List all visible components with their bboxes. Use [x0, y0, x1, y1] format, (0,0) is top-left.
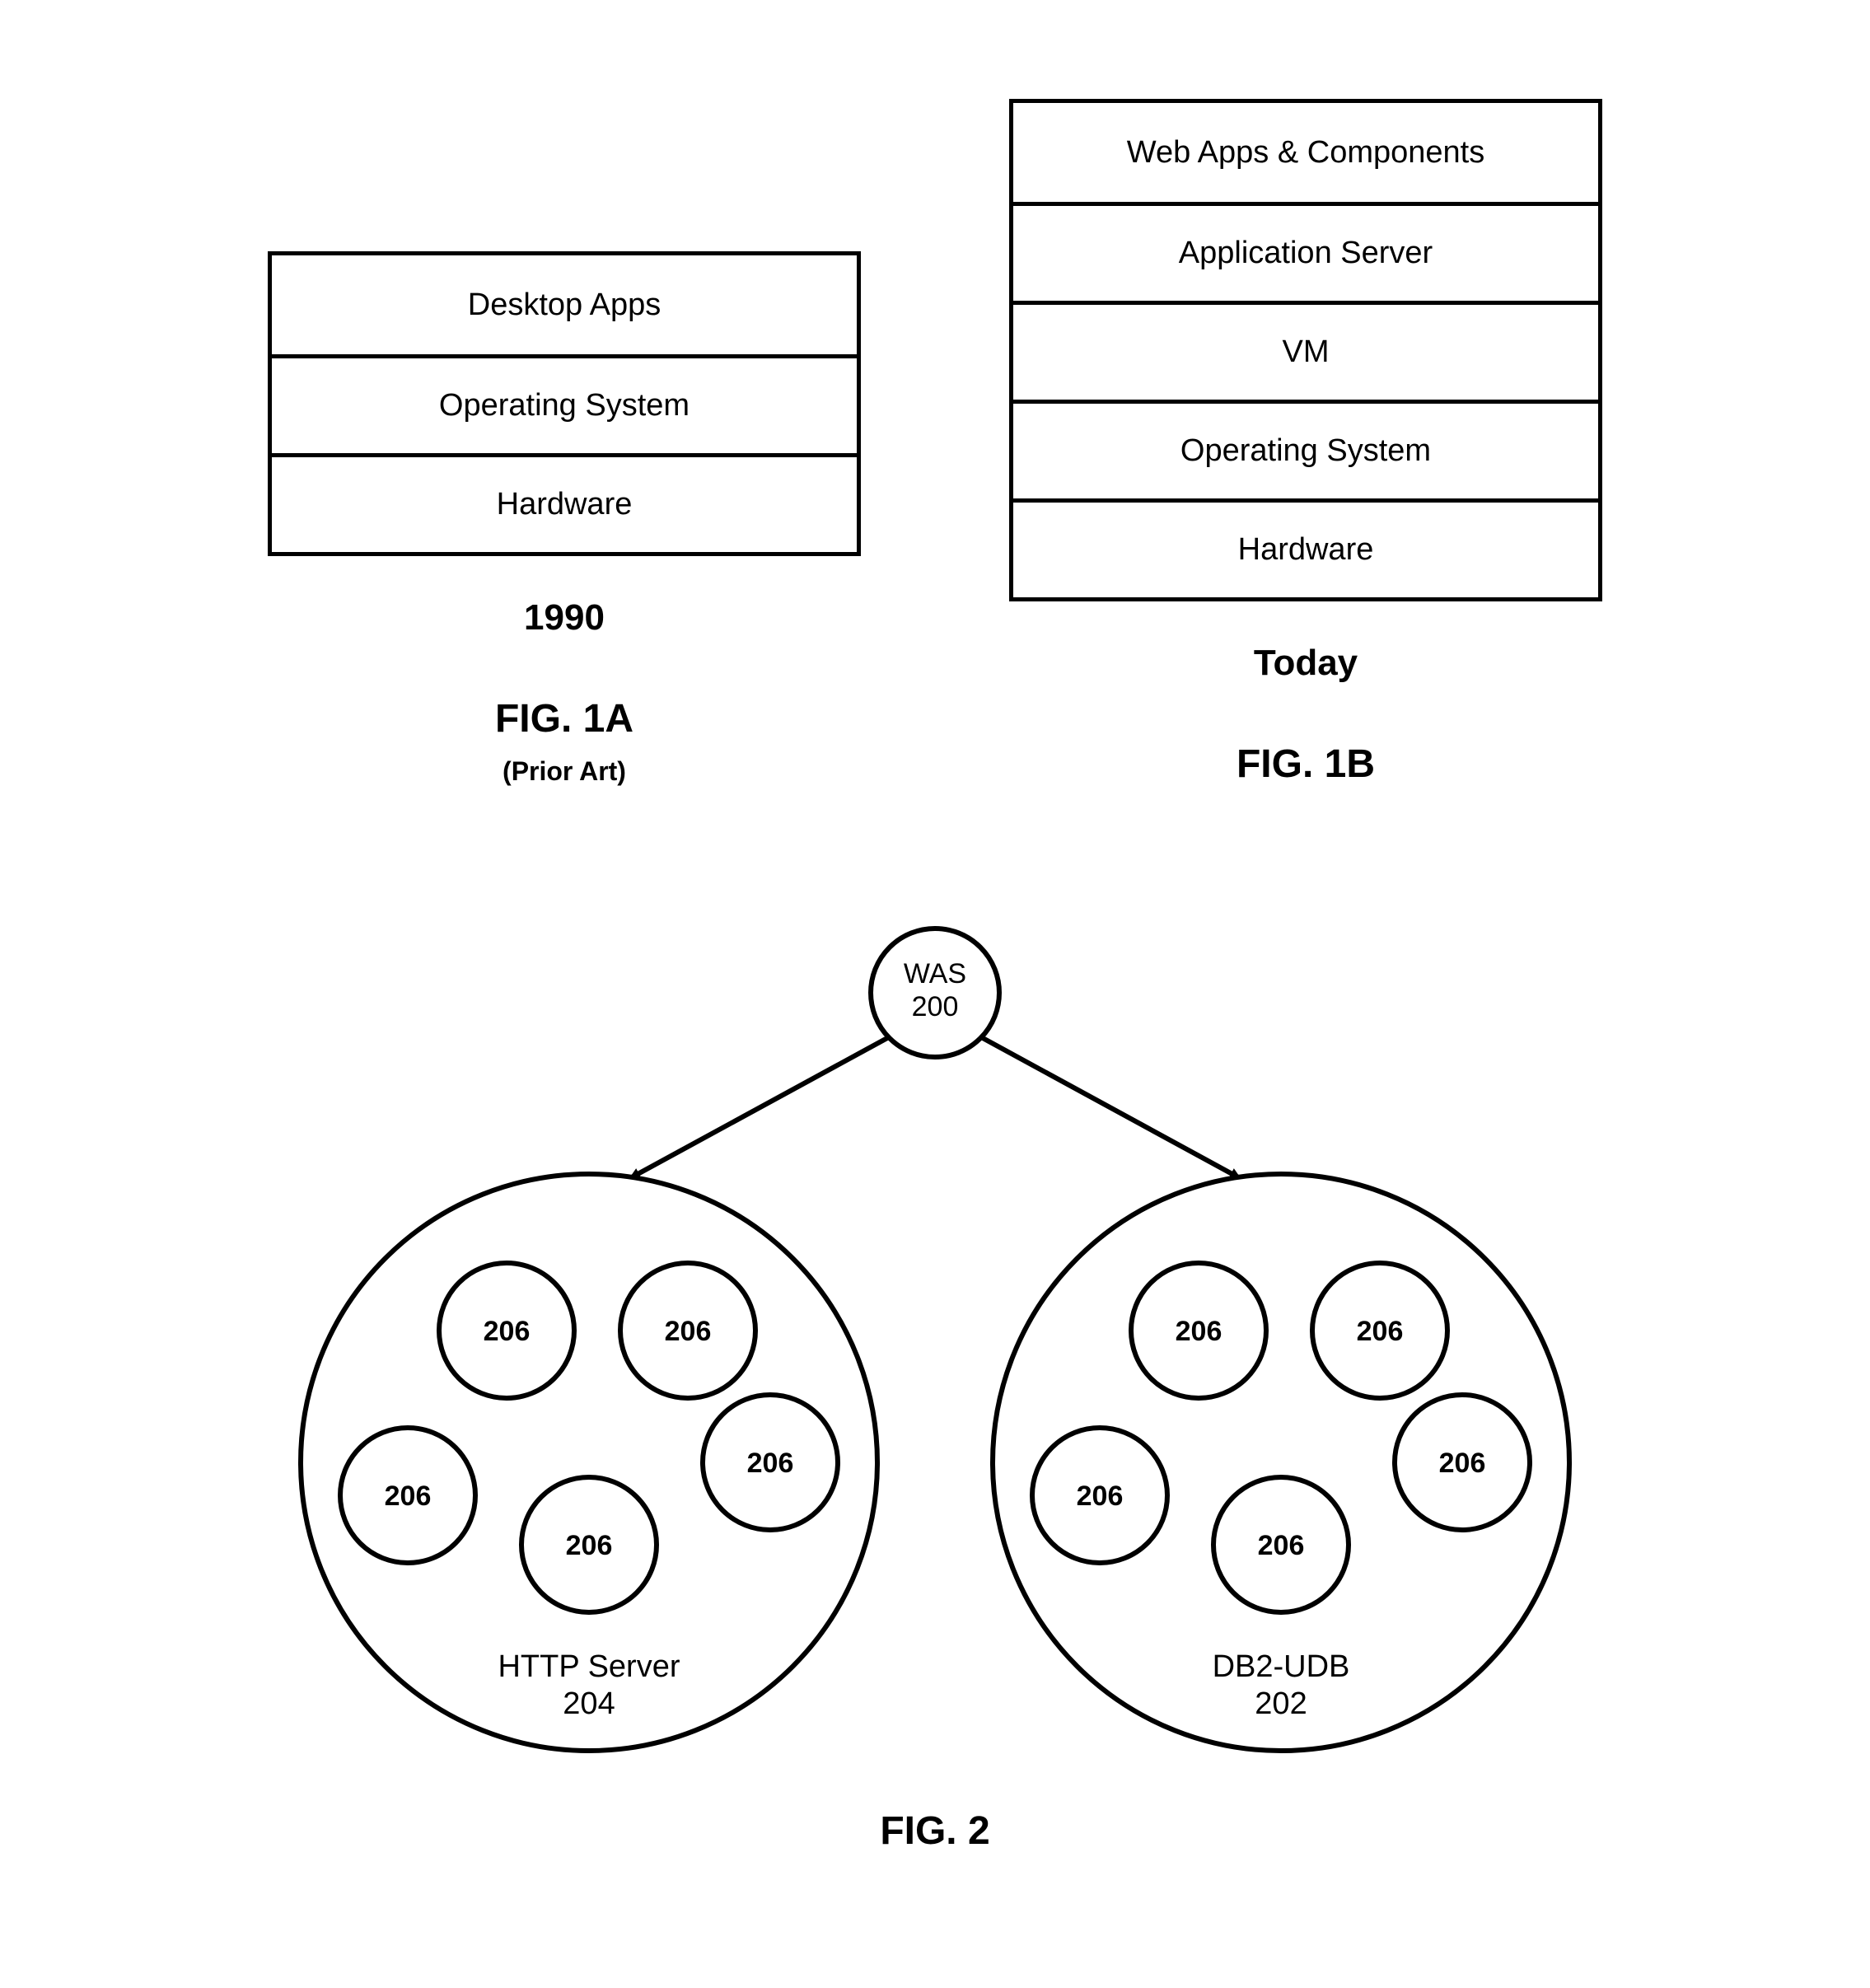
left-node-0-label: 206 [484, 1316, 531, 1347]
root-line1: WAS [904, 958, 966, 989]
fig1a-layer-0: Desktop Apps [272, 255, 857, 354]
left-node-1: 206 [620, 1263, 755, 1398]
right-node-4: 206 [1395, 1395, 1530, 1530]
right-cluster-title1: DB2-UDB [1213, 1649, 1350, 1684]
left-cluster-title2: 204 [563, 1686, 615, 1721]
fig1a-column: Desktop Apps Operating System Hardware 1… [268, 251, 861, 787]
fig1a-era: 1990 [524, 597, 605, 638]
fig1a-layer-1: Operating System [272, 354, 857, 453]
root-node: WAS 200 [871, 929, 999, 1057]
root-line2: 200 [912, 991, 959, 1022]
fig1b-column: Web Apps & Components Application Server… [1009, 99, 1602, 787]
right-cluster-title2: 202 [1255, 1686, 1307, 1721]
left-node-4-label: 206 [747, 1448, 794, 1479]
fig1b-layer-0: Web Apps & Components [1013, 103, 1598, 202]
right-node-2: 206 [1032, 1428, 1167, 1563]
right-node-1-label: 206 [1357, 1316, 1404, 1347]
fig1b-layer-4: Hardware [1013, 498, 1598, 597]
right-node-3: 206 [1213, 1477, 1349, 1612]
left-cluster-title1: HTTP Server [498, 1649, 680, 1684]
left-node-3: 206 [521, 1477, 657, 1612]
right-node-0-label: 206 [1176, 1316, 1223, 1347]
right-node-4-label: 206 [1439, 1448, 1486, 1479]
fig1b-stack: Web Apps & Components Application Server… [1009, 99, 1602, 601]
fig1b-layer-1: Application Server [1013, 202, 1598, 301]
left-node-2-label: 206 [385, 1480, 432, 1512]
right-node-3-label: 206 [1258, 1530, 1305, 1561]
fig1a-stack: Desktop Apps Operating System Hardware [268, 251, 861, 556]
left-node-2: 206 [340, 1428, 475, 1563]
fig1a-layer-2: Hardware [272, 453, 857, 552]
fig1b-layer-2: VM [1013, 301, 1598, 400]
arrow-right [983, 1038, 1240, 1178]
page: Desktop Apps Operating System Hardware 1… [0, 0, 1870, 1988]
fig1a-sublabel: (Prior Art) [503, 756, 626, 787]
right-node-2-label: 206 [1077, 1480, 1124, 1512]
fig2-label: FIG. 2 [880, 1808, 989, 1854]
right-node-0: 206 [1131, 1263, 1266, 1398]
fig1-row: Desktop Apps Operating System Hardware 1… [66, 99, 1804, 787]
left-node-0: 206 [439, 1263, 574, 1398]
fig2-svg: WAS 200 206 206 206 [235, 919, 1635, 1784]
fig1a-label: FIG. 1A [495, 696, 633, 741]
left-node-4: 206 [703, 1395, 838, 1530]
fig1b-era: Today [1254, 643, 1358, 684]
fig2-container: WAS 200 206 206 206 [66, 919, 1804, 1854]
fig1b-label: FIG. 1B [1237, 741, 1375, 787]
right-node-1: 206 [1312, 1263, 1447, 1398]
right-cluster: 206 206 206 206 206 DB2-UDB [993, 1174, 1569, 1751]
fig1b-layer-3: Operating System [1013, 400, 1598, 498]
left-cluster: 206 206 206 206 206 HTTP Se [301, 1174, 877, 1751]
left-node-1-label: 206 [665, 1316, 712, 1347]
left-node-3-label: 206 [566, 1530, 613, 1561]
arrow-left [630, 1038, 887, 1178]
